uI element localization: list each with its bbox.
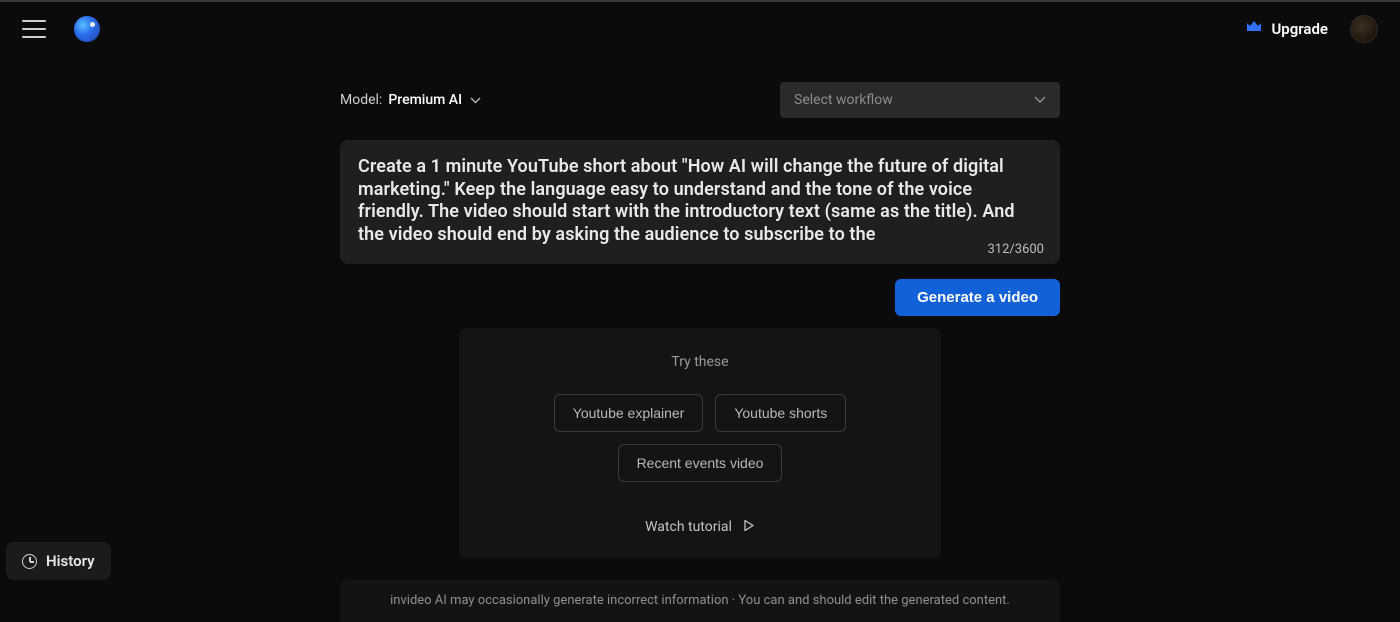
upgrade-button[interactable]: Upgrade [1246, 20, 1328, 38]
try-card: Try these Youtube explainer Youtube shor… [459, 328, 941, 558]
chevron-down-icon [470, 93, 481, 107]
main-column: Model: Premium AI Select workflow Create… [340, 82, 1060, 622]
top-bar: Upgrade [0, 2, 1400, 56]
app-logo[interactable] [74, 16, 100, 42]
try-title: Try these [485, 354, 915, 370]
workflow-placeholder: Select workflow [794, 92, 893, 108]
prompt-box: Create a 1 minute YouTube short about "H… [340, 140, 1060, 264]
disclaimer-bar: invideo AI may occasionally generate inc… [340, 580, 1060, 622]
clock-icon [22, 554, 37, 569]
char-counter: 312/3600 [987, 242, 1044, 257]
watch-tutorial-button[interactable]: Watch tutorial [645, 519, 755, 536]
model-label: Model: [340, 92, 382, 108]
workflow-select[interactable]: Select workflow [780, 82, 1060, 118]
play-icon [742, 519, 755, 536]
generate-video-button[interactable]: Generate a video [895, 279, 1060, 316]
generate-row: Generate a video [340, 279, 1060, 316]
avatar[interactable] [1350, 15, 1378, 43]
history-label: History [46, 552, 95, 570]
chip-youtube-explainer[interactable]: Youtube explainer [554, 394, 704, 432]
menu-icon[interactable] [22, 20, 46, 38]
model-row: Model: Premium AI Select workflow [340, 82, 1060, 118]
chevron-down-icon [1034, 92, 1046, 108]
chip-recent-events-video[interactable]: Recent events video [618, 444, 783, 482]
top-left-cluster [22, 16, 100, 42]
chip-youtube-shorts[interactable]: Youtube shorts [715, 394, 846, 432]
history-button[interactable]: History [6, 542, 111, 580]
try-chips: Youtube explainer Youtube shorts Recent … [485, 394, 915, 482]
upgrade-label: Upgrade [1271, 20, 1328, 38]
top-right-cluster: Upgrade [1246, 15, 1378, 43]
watch-tutorial-label: Watch tutorial [645, 519, 732, 535]
prompt-input[interactable]: Create a 1 minute YouTube short about "H… [358, 156, 1042, 246]
crown-icon [1246, 20, 1262, 38]
model-select[interactable]: Model: Premium AI [340, 92, 481, 108]
model-value: Premium AI [388, 92, 462, 108]
